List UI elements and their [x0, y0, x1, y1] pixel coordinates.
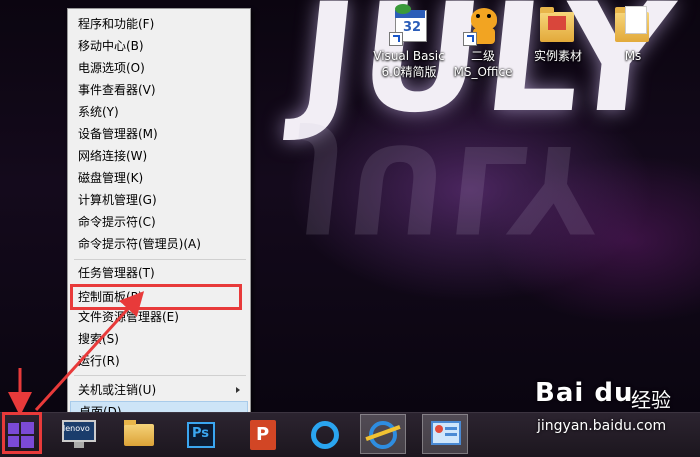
photoshop-text: Ps [192, 426, 210, 441]
lenovo-text: lenovo [63, 424, 90, 433]
taskbar-app-file-explorer[interactable] [116, 414, 162, 454]
taskbar-app-qq-browser[interactable] [302, 414, 348, 454]
annotation-start-box [2, 412, 42, 454]
watermark-domain: jingyan.baidu.com [537, 418, 667, 434]
watermark-jingyan: 经验 [631, 388, 671, 412]
taskbar-app-control-panel[interactable] [422, 414, 468, 454]
file-explorer-icon [124, 424, 154, 446]
taskbar-app-powerpoint[interactable]: P [240, 414, 286, 454]
taskbar-app-internet-explorer[interactable] [360, 414, 406, 454]
powerpoint-text: P [256, 424, 270, 445]
watermark-brand: Bai du [535, 378, 634, 408]
annotation-arrow-to-control-panel [34, 291, 145, 412]
qq-browser-icon [311, 421, 339, 449]
baidu-jingyan-watermark: Bai du 经验 jingyan.baidu.com [535, 378, 695, 438]
taskbar-app-photoshop[interactable]: Ps [178, 414, 224, 454]
taskbar-app-lenovo[interactable]: lenovo [56, 414, 102, 454]
